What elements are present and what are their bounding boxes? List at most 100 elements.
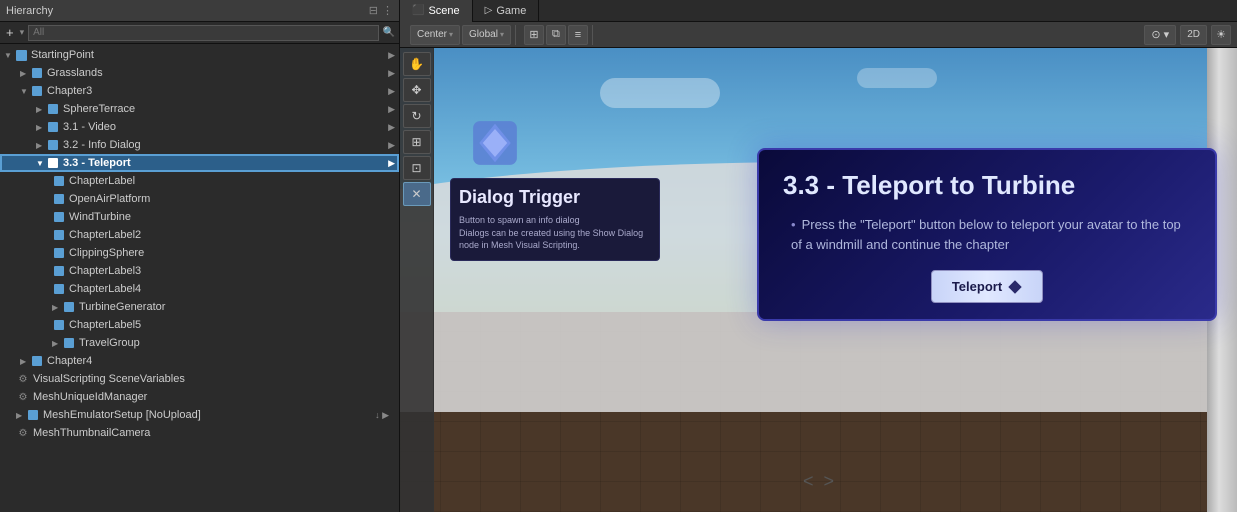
2d-button[interactable]: 2D [1180,25,1207,45]
tree-item-visual-scripting[interactable]: ⚙ VisualScripting SceneVariables [0,370,399,388]
expand-arrow: ▶ [20,69,30,78]
tree-item-starting-point[interactable]: ▼ StartingPoint ▶ [0,46,399,64]
add-button[interactable]: + [4,25,16,40]
tree-label: WindTurbine [69,211,131,223]
tree-label: MeshThumbnailCamera [33,427,150,439]
cube-icon [30,66,44,80]
dialog-trigger-panel: Dialog Trigger Button to spawn an info d… [450,178,660,261]
global-chevron: ▾ [500,30,504,39]
hierarchy-tree: ▼ StartingPoint ▶ ▶ Grasslands ▶ ▼ Chapt… [0,44,399,512]
tree-item-chapter4[interactable]: ▶ Chapter4 [0,352,399,370]
game-tab-label: Game [496,5,526,17]
forward-arrow[interactable]: > [824,471,835,492]
tree-label: ChapterLabel2 [69,229,141,241]
gear-icon: ⚙ [16,390,30,404]
tree-item-mesh-unique[interactable]: ⚙ MeshUniqueIdManager [0,388,399,406]
expand-arrow: ▼ [4,51,14,60]
tree-label: OpenAirPlatform [69,193,150,205]
tree-label: Chapter4 [47,355,92,367]
hierarchy-panel: Hierarchy ⊟ ⋮ + ▾ 🔍 ▼ StartingPoint ▶ ▶ … [0,0,400,512]
toolbar-right: ⊙ ▾ 2D ☀ [1144,25,1231,45]
cloud-1 [600,78,720,108]
search-input[interactable] [28,25,378,41]
tree-item-video[interactable]: ▶ 3.1 - Video ▶ [0,118,399,136]
teleport-button[interactable]: Teleport [931,270,1043,303]
teleport-btn-label: Teleport [952,279,1002,294]
hierarchy-toolbar: + ▾ 🔍 [0,22,399,44]
add-dropdown-arrow[interactable]: ▾ [20,27,25,38]
tree-item-wind-turbine[interactable]: WindTurbine [0,208,399,226]
gear-icon: ⚙ [16,426,30,440]
tree-item-mesh-emulator[interactable]: ▶ MeshEmulatorSetup [NoUpload] ↓ ▶ [0,406,399,424]
right-arrow: ▶ [388,140,395,151]
back-arrow[interactable]: < [803,471,814,492]
tree-item-turbine-generator[interactable]: ▶ TurbineGenerator [0,298,399,316]
teleport-icon [1008,280,1022,294]
rect-tool[interactable]: ⊡ [403,156,431,180]
right-arrow: ▶ [388,86,395,97]
transform-tool[interactable]: ✕ [403,182,431,206]
lock-icon[interactable]: ⊟ [369,4,378,17]
persp-dropdown[interactable]: ⊙ ▾ [1144,25,1176,45]
cube-icon [46,156,60,170]
center-chevron: ▾ [449,30,453,39]
tool-sidebar: ✋ ✥ ↻ ⊞ ⊡ ✕ [400,48,434,512]
scene-viewport: ✋ ✥ ↻ ⊞ ⊡ ✕ Dialog Trigger Button to spa… [400,48,1237,512]
cube-icon [46,102,60,116]
tree-label: ChapterLabel3 [69,265,141,277]
tree-item-chapter-label[interactable]: ChapterLabel [0,172,399,190]
dialog-trigger-text2: Dialogs can be created using the Show Di… [459,227,651,252]
cube-icon [52,318,66,332]
light-icon-btn[interactable]: ☀ [1211,25,1231,45]
tree-item-mesh-thumbnail[interactable]: ⚙ MeshThumbnailCamera [0,424,399,442]
teleport-panel: 3.3 - Teleport to Turbine Press the "Tel… [757,148,1217,321]
expand-arrow: ▶ [16,411,26,420]
more-icon[interactable]: ⋮ [382,4,393,17]
tree-label: SphereTerrace [63,103,135,115]
teleport-title: 3.3 - Teleport to Turbine [783,170,1191,201]
scale-tool[interactable]: ⊞ [403,130,431,154]
tree-label: Grasslands [47,67,103,79]
global-button[interactable]: Global ▾ [462,25,511,45]
tree-label: 3.2 - Info Dialog [63,139,141,151]
tree-label: ChapterLabel [69,175,135,187]
hierarchy-header: Hierarchy ⊟ ⋮ [0,0,399,22]
cloud-2 [857,68,937,88]
game-tab[interactable]: ▷ Game [473,0,540,22]
cube-icon [30,354,44,368]
gear-icon: ⚙ [16,372,30,386]
tree-item-info-dialog[interactable]: ▶ 3.2 - Info Dialog ▶ [0,136,399,154]
tree-label: 3.1 - Video [63,121,116,133]
scene-tab-label: Scene [428,5,459,17]
tree-item-chapter-label2[interactable]: ChapterLabel2 [0,226,399,244]
tree-item-clipping-sphere[interactable]: ClippingSphere [0,244,399,262]
tree-item-grasslands[interactable]: ▶ Grasslands ▶ [0,64,399,82]
center-button[interactable]: Center ▾ [410,25,460,45]
tree-item-chapter-label3[interactable]: ChapterLabel3 [0,262,399,280]
tree-label: MeshEmulatorSetup [NoUpload] [43,409,201,421]
tree-item-chapter-label5[interactable]: ChapterLabel5 [0,316,399,334]
scene-tab[interactable]: ⬛ Scene [400,0,473,22]
blue-diamond-logo [460,108,530,178]
cube-icon [14,48,28,62]
tree-item-travel-group[interactable]: ▶ TravelGroup [0,334,399,352]
grid-icon-btn[interactable]: ⊞ [524,25,544,45]
layers-icon-btn[interactable]: ⧉ [546,25,566,45]
nav-arrows: < > [803,471,834,492]
right-arrow: ▶ [388,158,395,169]
hand-tool[interactable]: ✋ [403,52,431,76]
tree-item-sphere-terrace[interactable]: ▶ SphereTerrace ▶ [0,100,399,118]
tree-item-chapter3[interactable]: ▼ Chapter3 ▶ [0,82,399,100]
tree-label: TravelGroup [79,337,140,349]
expand-arrow: ▼ [36,159,46,168]
rotate-tool[interactable]: ↻ [403,104,431,128]
stats-icon-btn[interactable]: ≡ [568,25,588,45]
tree-item-teleport[interactable]: ▼ 3.3 - Teleport ▶ [0,154,399,172]
tree-item-open-air-platform[interactable]: OpenAirPlatform [0,190,399,208]
header-icons: ⊟ ⋮ [369,4,393,17]
view-group: ⊞ ⧉ ≡ [520,25,593,45]
tree-item-chapter-label4[interactable]: ChapterLabel4 [0,280,399,298]
move-tool[interactable]: ✥ [403,78,431,102]
center-group: Center ▾ Global ▾ [406,25,516,45]
emulator-icons: ↓ ▶ [375,410,389,421]
